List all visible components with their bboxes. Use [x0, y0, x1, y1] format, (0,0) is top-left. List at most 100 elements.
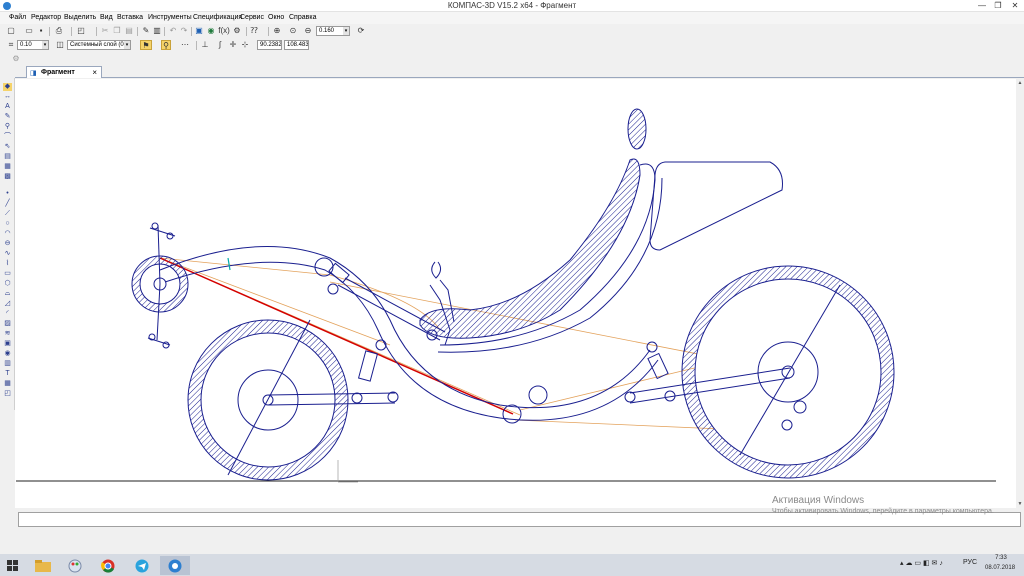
new-document-icon[interactable]: ▢: [6, 26, 16, 36]
menu-view[interactable]: Вид: [100, 14, 113, 21]
coord-y-field[interactable]: 108.483: [284, 40, 309, 50]
library-icon[interactable]: ▣: [194, 26, 204, 36]
table-icon[interactable]: ▦: [3, 380, 12, 388]
rectangle-icon[interactable]: ▭: [3, 270, 12, 278]
save-icon[interactable]: ▪: [36, 26, 46, 36]
snap-icon[interactable]: ⚑: [140, 40, 152, 50]
help-pointer-icon[interactable]: ⁇: [249, 26, 259, 36]
coordinates-icon[interactable]: ⊹: [240, 40, 250, 50]
grid-step-icon[interactable]: ⌗: [6, 40, 16, 50]
origin-icon[interactable]: ✛: [228, 40, 238, 50]
menu-editor[interactable]: Редактор: [31, 14, 61, 21]
spec-icon[interactable]: ▤: [3, 153, 12, 161]
kompas-taskbar-icon[interactable]: [160, 556, 190, 575]
menu-service[interactable]: Сервис: [240, 14, 264, 21]
notation-icon[interactable]: A: [3, 103, 12, 111]
point-icon[interactable]: •: [3, 190, 12, 198]
chamfer-icon[interactable]: ◿: [3, 300, 12, 308]
fillet-icon[interactable]: ◜: [3, 310, 12, 318]
text-icon[interactable]: Т: [3, 370, 12, 378]
tool-icon[interactable]: ⚙: [11, 54, 21, 64]
fill-icon[interactable]: ◉: [3, 350, 12, 358]
paste-icon[interactable]: ▤: [124, 26, 134, 36]
ortho-icon[interactable]: ⊥: [200, 40, 210, 50]
open-folder-icon[interactable]: ▭: [24, 26, 34, 36]
measure-icon[interactable]: ⌒: [3, 133, 12, 141]
drawing-canvas[interactable]: [15, 79, 1016, 508]
local-snap-icon[interactable]: ⚲: [161, 40, 171, 50]
menu-help[interactable]: Справка: [289, 14, 316, 21]
vertical-scrollbar[interactable]: ▲ ▼: [1016, 79, 1024, 508]
scroll-down-icon[interactable]: ▼: [1016, 500, 1024, 508]
menu-window[interactable]: Окно: [268, 14, 284, 21]
image-icon[interactable]: ◰: [3, 390, 12, 398]
elements-icon[interactable]: ▩: [3, 173, 12, 181]
ellipse-icon[interactable]: ⊖: [3, 240, 12, 248]
hatch-icon[interactable]: ▨: [3, 320, 12, 328]
zoom-scale-select[interactable]: 0.160 ▾: [316, 26, 350, 36]
layer-select[interactable]: Системный слой (0) ▾: [67, 40, 131, 50]
list-icon[interactable]: ▥: [152, 26, 162, 36]
polygon-icon[interactable]: ⬡: [3, 280, 12, 288]
chrome-icon[interactable]: [93, 556, 123, 575]
restore-button[interactable]: ❐: [990, 0, 1006, 12]
clock-time[interactable]: 7:33: [990, 555, 1012, 561]
equidistant-icon[interactable]: ≋: [3, 330, 12, 338]
scroll-up-icon[interactable]: ▲: [1016, 79, 1024, 87]
cut-icon[interactable]: ✂: [100, 26, 110, 36]
minimize-button[interactable]: —: [974, 0, 990, 12]
polyline-icon[interactable]: ⌇: [3, 260, 12, 268]
close-button[interactable]: ✕: [1007, 0, 1023, 12]
arc-icon[interactable]: ◠: [3, 230, 12, 238]
rear-wheel: [681, 265, 895, 479]
close-tab-icon[interactable]: ×: [92, 68, 97, 77]
clock-date[interactable]: 08.07.2018: [985, 565, 1015, 571]
variables-icon[interactable]: ◉: [206, 26, 216, 36]
tab-fragment[interactable]: ◨ Фрагмент ×: [26, 66, 102, 78]
undo-icon[interactable]: ↶: [168, 26, 178, 36]
zoom-window-icon[interactable]: ⊙: [288, 26, 298, 36]
telegram-icon[interactable]: [127, 556, 157, 575]
contour-icon[interactable]: ⌓: [3, 290, 12, 298]
editing-icon[interactable]: ✎: [3, 113, 12, 121]
preview-icon[interactable]: ◰: [76, 26, 86, 36]
menu-tools[interactable]: Инструменты: [148, 14, 192, 21]
zoom-in-icon[interactable]: ⊕: [272, 26, 282, 36]
geometry-icon[interactable]: ◆: [3, 83, 12, 91]
refresh-icon[interactable]: ⟳: [356, 26, 366, 36]
zoom-icon[interactable]: ⊖: [303, 26, 313, 36]
coord-x-field[interactable]: 90.2382: [257, 40, 282, 50]
document-tabbar: ◨ Фрагмент ×: [15, 66, 1024, 78]
spline-icon[interactable]: ∿: [3, 250, 12, 258]
taskbar: ▴ ☁ ▭ ◧ ✉ ♪ РУС 7:33 08.07.2018: [0, 554, 1024, 576]
file-explorer-icon[interactable]: [28, 556, 58, 575]
menu-specification[interactable]: Спецификация: [193, 14, 242, 21]
reports-icon[interactable]: ▦: [3, 163, 12, 171]
menu-select[interactable]: Выделить: [64, 14, 96, 21]
function-icon[interactable]: f(x): [218, 26, 230, 36]
macro-icon[interactable]: ▣: [3, 340, 12, 348]
properties-icon[interactable]: ✎: [141, 26, 151, 36]
print-icon[interactable]: ⎙: [54, 26, 64, 36]
select-icon[interactable]: ⇖: [3, 143, 12, 151]
language-indicator[interactable]: РУС: [963, 559, 977, 566]
redo-icon[interactable]: ↷: [179, 26, 189, 36]
manager-icon[interactable]: ⚙: [232, 26, 242, 36]
paint-icon[interactable]: [60, 556, 90, 575]
menu-file[interactable]: Файл: [9, 14, 26, 21]
layer-icon[interactable]: ◫: [55, 40, 65, 50]
region-icon[interactable]: ▥: [3, 360, 12, 368]
aux-line-icon[interactable]: ╱: [3, 200, 12, 208]
activation-text: Чтобы активировать Windows, перейдите в …: [772, 508, 994, 515]
parametrization-icon[interactable]: ⚲: [3, 123, 12, 131]
segment-icon[interactable]: ⟋: [3, 210, 12, 218]
circle-icon[interactable]: ○: [3, 220, 12, 228]
dimensions-icon[interactable]: ↔: [3, 93, 12, 101]
step-field[interactable]: 0.10 ▾: [17, 40, 49, 50]
grid-icon[interactable]: ⋯: [180, 40, 190, 50]
tray-icons[interactable]: ▴ ☁ ▭ ◧ ✉ ♪: [900, 559, 943, 567]
windows-start-icon[interactable]: [0, 556, 26, 575]
menu-insert[interactable]: Вставка: [117, 14, 143, 21]
copy-icon[interactable]: ❐: [112, 26, 122, 36]
angle-icon[interactable]: ∫: [215, 40, 225, 50]
